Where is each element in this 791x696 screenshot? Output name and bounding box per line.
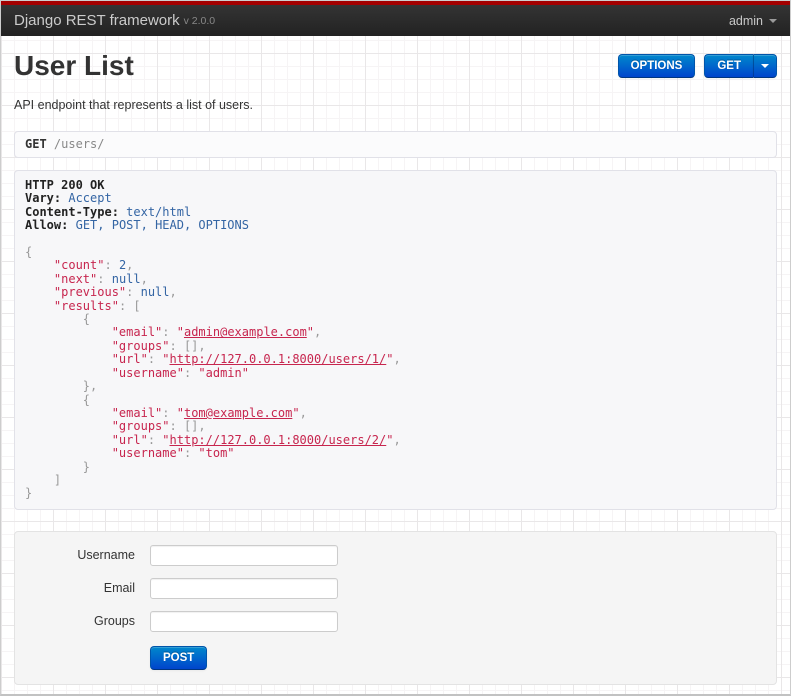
email-label: Email (103, 581, 135, 596)
create-form: Username Email Groups POST (14, 530, 777, 685)
get-button[interactable]: GET (704, 54, 753, 78)
page: Django REST framework v 2.0.0 admin User… (0, 0, 791, 696)
options-button[interactable]: OPTIONS (617, 54, 696, 78)
response-link[interactable]: tom@example.com (184, 406, 292, 420)
main-content: User List OPTIONS GET API endpoint that … (1, 51, 790, 685)
groups-field[interactable] (150, 610, 338, 632)
response-body: HTTP 200 OK Vary: Accept Content-Type: t… (14, 170, 777, 510)
groups-label: Groups (94, 614, 135, 629)
response-link[interactable]: admin@example.com (184, 325, 307, 339)
get-split-button: GET (704, 54, 777, 78)
response-link[interactable]: http://127.0.0.1:8000/users/2/ (170, 433, 387, 447)
username-label: Username (77, 548, 135, 563)
brand-title[interactable]: Django REST framework (14, 12, 180, 29)
chevron-down-icon (761, 64, 769, 68)
form-row-email: Email (15, 577, 776, 599)
page-title: User List (14, 50, 134, 81)
request-path: /users/ (53, 137, 105, 151)
user-menu-label: admin (728, 13, 763, 28)
email-field[interactable] (150, 577, 338, 599)
chevron-down-icon (769, 18, 777, 23)
get-dropdown-toggle[interactable] (753, 54, 777, 78)
page-header: User List OPTIONS GET (14, 51, 777, 81)
user-menu[interactable]: admin (729, 14, 777, 28)
post-button[interactable]: POST (150, 645, 208, 670)
request-method: GET (25, 137, 47, 151)
navbar: Django REST framework v 2.0.0 admin (1, 1, 790, 36)
method-toolbar: OPTIONS GET (617, 54, 777, 78)
form-row-username: Username (15, 544, 776, 566)
endpoint-description: API endpoint that represents a list of u… (14, 98, 254, 112)
form-row-groups: Groups (15, 610, 776, 632)
username-field[interactable] (150, 544, 338, 566)
form-actions: POST (150, 645, 776, 670)
brand-version: v 2.0.0 (183, 14, 216, 27)
response-link[interactable]: http://127.0.0.1:8000/users/1/ (170, 352, 387, 366)
request-bar: GET /users/ (14, 131, 777, 158)
